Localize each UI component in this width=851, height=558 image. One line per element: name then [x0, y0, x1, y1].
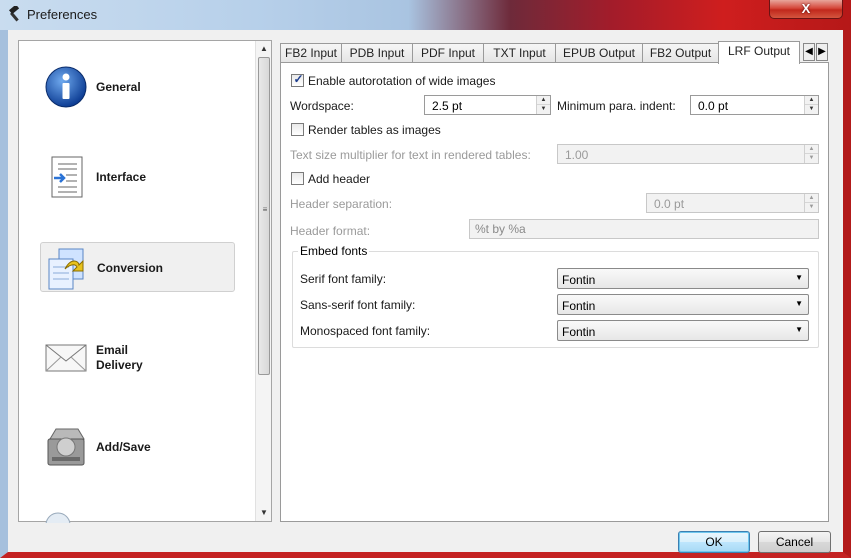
sidebar-item-conversion[interactable]: Conversion — [40, 242, 235, 292]
spin-down-icon[interactable]: ▼ — [805, 154, 818, 163]
title-bar: Preferences — [0, 0, 851, 30]
wordspace-label: Wordspace: — [290, 99, 354, 113]
scroll-up-icon[interactable]: ▲ — [256, 41, 272, 57]
spin-down-icon[interactable]: ▼ — [805, 105, 818, 114]
chevron-down-icon: ▼ — [795, 325, 803, 334]
tab-fb2-output[interactable]: FB2 Output — [642, 43, 719, 63]
mono-font-value: Fontin — [562, 325, 596, 339]
scroll-down-icon[interactable]: ▼ — [256, 505, 272, 521]
chevron-down-icon: ▼ — [795, 299, 803, 308]
serif-font-label: Serif font family: — [300, 272, 387, 286]
render-tables-label: Render tables as images — [308, 123, 441, 137]
chevron-down-icon: ▼ — [795, 273, 803, 282]
sidebar-item-label: Add/Save — [96, 440, 151, 454]
render-tables-checkbox[interactable] — [291, 123, 304, 136]
window-title: Preferences — [27, 7, 98, 22]
spin-up-icon[interactable]: ▲ — [805, 96, 818, 105]
autorotation-checkbox[interactable]: ✓ — [291, 72, 304, 87]
header-sep-label: Header separation: — [290, 197, 393, 211]
tab-txt-input[interactable]: TXT Input — [483, 43, 556, 63]
spin-up-icon[interactable]: ▲ — [537, 96, 550, 105]
sidebar-item-email-delivery[interactable]: Email Delivery — [40, 331, 235, 381]
mono-font-label: Monospaced font family: — [300, 324, 431, 338]
sidebar-item-add-save[interactable]: Add/Save — [40, 421, 235, 471]
autorotation-label: Enable autorotation of wide images — [308, 74, 496, 88]
spin-up-icon[interactable]: ▲ — [805, 194, 818, 203]
header-sep-value: 0.0 pt — [654, 197, 685, 211]
min-indent-label: Minimum para. indent: — [557, 99, 676, 113]
checkmark-icon: ✓ — [293, 72, 304, 86]
serif-font-select[interactable]: Fontin ▼ — [557, 268, 809, 289]
cancel-button[interactable]: Cancel — [758, 531, 831, 553]
tab-fb2-input[interactable]: FB2 Input — [280, 43, 342, 63]
envelope-icon — [45, 344, 87, 372]
sidebar-scrollbar[interactable]: ▲ ≡ ▼ — [255, 41, 271, 521]
tab-scroll-right-icon[interactable]: ▶ — [816, 43, 828, 61]
sidebar-item-label: Email — [96, 343, 129, 357]
sidebar-item-label: Delivery — [96, 358, 143, 372]
document-arrow-icon — [51, 156, 83, 198]
spin-down-icon[interactable]: ▼ — [805, 203, 818, 212]
hard-drive-icon — [47, 428, 85, 466]
tab-scroll-left-icon[interactable]: ◀ — [803, 43, 815, 61]
wordspace-spinbox[interactable]: 2.5 pt ▲ ▼ — [424, 95, 551, 115]
category-sidebar: General Interface Conversion Email Deliv… — [18, 40, 272, 523]
min-indent-value: 0.0 pt — [698, 99, 729, 113]
window-close-button[interactable]: X — [769, 0, 843, 19]
tab-pdf-input[interactable]: PDF Input — [412, 43, 484, 63]
sidebar-item-general[interactable]: General — [40, 61, 235, 111]
sidebar-item-label: Conversion — [97, 261, 164, 275]
ok-button[interactable]: OK — [678, 531, 750, 553]
wordspace-value: 2.5 pt — [432, 99, 463, 113]
header-format-field[interactable] — [470, 220, 818, 238]
spin-down-icon[interactable]: ▼ — [537, 105, 550, 114]
sans-font-label: Sans-serif font family: — [300, 298, 416, 312]
serif-font-value: Fontin — [562, 273, 596, 287]
sans-font-value: Fontin — [562, 299, 596, 313]
add-header-label: Add header — [308, 172, 371, 186]
scroll-thumb[interactable]: ≡ — [258, 57, 270, 375]
header-format-label: Header format: — [290, 224, 371, 238]
header-sep-spinbox[interactable]: 0.0 pt ▲ ▼ — [646, 193, 819, 213]
sidebar-item-label: General — [96, 80, 141, 94]
tab-lrf-output[interactable]: LRF Output — [718, 41, 800, 64]
close-icon: X — [801, 1, 811, 16]
min-indent-spinbox[interactable]: 0.0 pt ▲ ▼ — [690, 95, 819, 115]
sidebar-item-interface[interactable]: Interface — [40, 151, 235, 201]
add-header-checkbox[interactable] — [291, 172, 304, 185]
text-size-value: 1.00 — [565, 148, 589, 162]
sans-font-select[interactable]: Fontin ▼ — [557, 294, 809, 315]
partial-icon — [45, 512, 71, 523]
text-size-spinbox[interactable]: 1.00 ▲ ▼ — [557, 144, 819, 164]
conversion-icon — [48, 248, 84, 290]
text-size-label: Text size multiplier for text in rendere… — [290, 148, 531, 162]
hammer-icon — [9, 6, 20, 22]
header-format-input[interactable] — [469, 219, 819, 239]
spin-up-icon[interactable]: ▲ — [805, 145, 818, 154]
sidebar-item-label: Interface — [96, 170, 147, 184]
tab-epub-output[interactable]: EPUB Output — [555, 43, 643, 63]
embed-fonts-title: Embed fonts — [298, 244, 370, 258]
mono-font-select[interactable]: Fontin ▼ — [557, 320, 809, 341]
info-icon — [45, 66, 87, 108]
tab-pdb-input[interactable]: PDB Input — [341, 43, 413, 63]
